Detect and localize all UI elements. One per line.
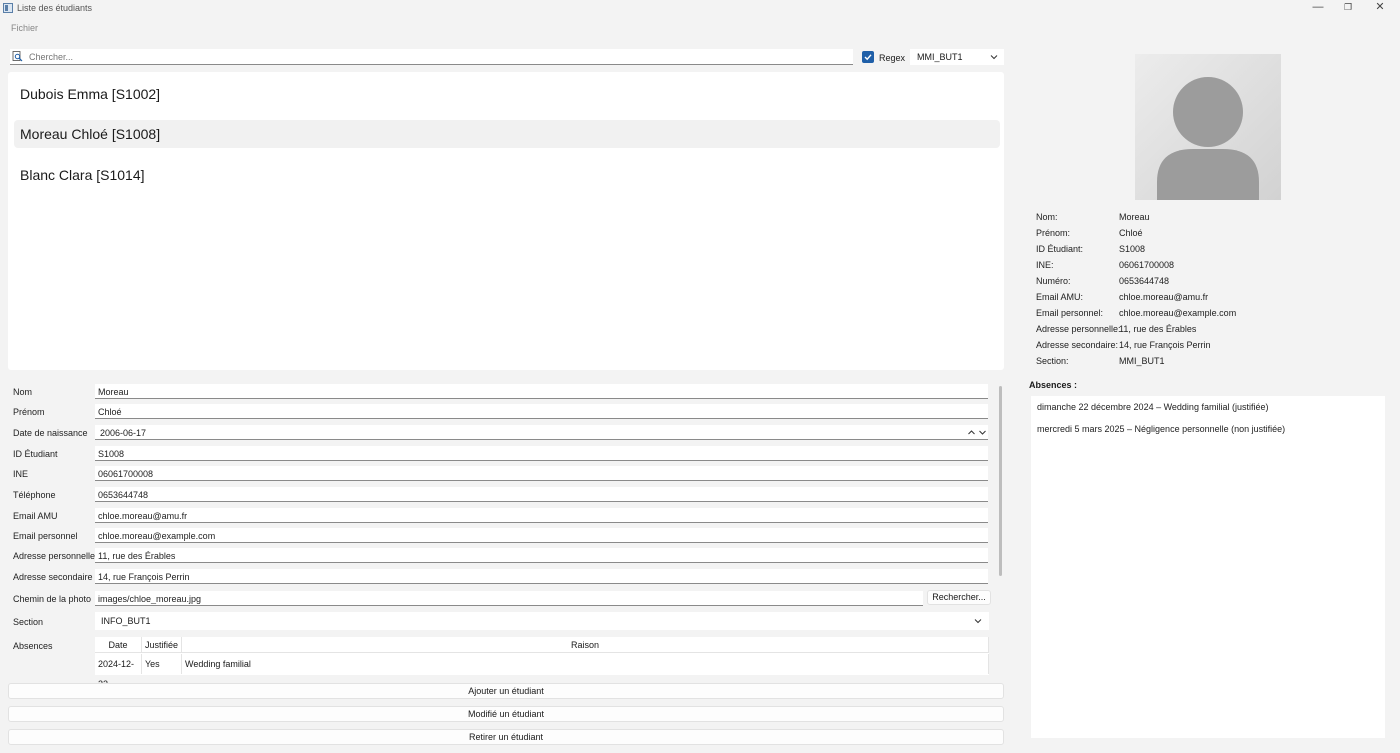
adresse-sec-label: Adresse secondaire [13,572,93,582]
absence-cell-justifiee[interactable]: Yes [142,654,182,674]
photo-path-label: Chemin de la photo [13,594,92,604]
email-perso-field-box [95,528,988,543]
student-list-item[interactable]: Dubois Emma [S1002] [14,80,1000,108]
absence-cell-date[interactable]: 2024-12-22 [95,654,142,689]
prenom-label: Prénom [13,407,45,417]
remove-student-button[interactable]: Retirer un étudiant [8,729,1004,745]
search-icon [12,51,23,62]
browse-photo-button[interactable]: Rechercher... [927,590,991,605]
absences-header-raison[interactable]: Raison [182,637,989,653]
absences-table: Date Justifiée Raison 2024-12-22 Yes Wed… [95,637,989,689]
chevron-down-icon[interactable] [978,428,987,437]
detail-value-adresse-perso: 11, rue des Érables [1119,324,1197,334]
student-photo [1135,54,1281,200]
edit-student-button[interactable]: Modifié un étudiant [8,706,1004,722]
absences-heading: Absences : [1029,380,1078,390]
person-silhouette-icon [1157,77,1259,200]
prenom-field[interactable] [98,405,978,418]
telephone-field[interactable] [98,488,978,501]
minimize-button[interactable]: — [1302,0,1334,17]
detail-label-adresse-sec: Adresse secondaire: [1036,340,1119,350]
close-button[interactable]: ✕ [1364,0,1396,17]
detail-label-ine: INE: [1036,260,1054,270]
email-amu-label: Email AMU [13,511,58,521]
detail-value-id: S1008 [1119,244,1146,254]
detail-label-nom: Nom: [1036,212,1058,222]
photo-path-field-box [95,591,923,606]
telephone-label: Téléphone [13,490,56,500]
nom-label: Nom [13,387,33,397]
regex-checkbox[interactable] [862,51,874,63]
regex-label: Regex [879,53,906,63]
app-window-icon [3,3,13,13]
student-list-item-selected[interactable]: Moreau Chloé [S1008] [14,120,1000,148]
search-bar [10,49,853,65]
id-etudiant-field-box [95,446,988,461]
detail-value-nom: Moreau [1119,212,1150,222]
absences-list: dimanche 22 décembre 2024 – Wedding fami… [1031,396,1385,738]
form-scrollbar[interactable] [999,386,1002,576]
absence-entry[interactable]: mercredi 5 mars 2025 – Négligence person… [1037,424,1285,434]
student-list: Dubois Emma [S1002] Moreau Chloé [S1008]… [8,72,1004,370]
detail-label-prenom: Prénom: [1036,228,1071,238]
detail-label-id: ID Étudiant: [1036,244,1084,254]
adresse-perso-field[interactable] [98,549,978,562]
ine-field-box [95,466,988,481]
nom-field-box [95,384,988,399]
absences-header-date[interactable]: Date [95,637,142,653]
add-student-button[interactable]: Ajouter un étudiant [8,683,1004,699]
section-dropdown[interactable]: INFO_BUT1 [95,612,989,630]
window-title: Liste des étudiants [17,3,93,13]
adresse-perso-label: Adresse personnelle [13,551,96,561]
detail-value-prenom: Chloé [1119,228,1143,238]
email-amu-field-box [95,508,988,523]
detail-label-email-perso: Email personnel: [1036,308,1104,318]
student-list-item[interactable]: Blanc Clara [S1014] [14,161,1000,189]
adresse-sec-field-box [95,569,988,584]
adresse-perso-field-box [95,548,988,563]
email-perso-label: Email personnel [13,531,78,541]
restore-button[interactable]: ❐ [1332,0,1364,17]
detail-value-numero: 0653644748 [1119,276,1170,286]
absence-cell-raison[interactable]: Wedding familial [182,654,989,674]
detail-label-section: Section: [1036,356,1069,366]
chevron-up-icon[interactable] [967,428,976,437]
email-amu-field[interactable] [98,509,978,522]
photo-path-field[interactable] [98,592,918,605]
absence-entry[interactable]: dimanche 22 décembre 2024 – Wedding fami… [1037,402,1268,412]
date-naissance-field-box [95,425,988,440]
chevron-down-icon [974,619,982,624]
chevron-down-icon [990,55,998,60]
email-perso-field[interactable] [98,529,978,542]
section-filter-dropdown[interactable]: MMI_BUT1 [910,49,1004,65]
section-value: INFO_BUT1 [101,616,151,626]
detail-label-numero: Numéro: [1036,276,1071,286]
detail-value-email-perso: chloe.moreau@example.com [1119,308,1237,318]
absences-label: Absences [13,641,53,651]
adresse-sec-field[interactable] [98,570,978,583]
detail-value-adresse-sec: 14, rue François Perrin [1119,340,1211,350]
detail-label-adresse-perso: Adresse personnelle: [1036,324,1121,334]
id-etudiant-field[interactable] [98,447,978,460]
absences-header-justifiee[interactable]: Justifiée [142,637,182,653]
telephone-field-box [95,487,988,502]
section-label: Section [13,617,44,627]
detail-value-email-amu: chloe.moreau@amu.fr [1119,292,1209,302]
date-naissance-label: Date de naissance [13,428,88,438]
title-bar: Liste des étudiants — ❐ ✕ [0,0,1400,17]
nom-field[interactable] [98,385,978,398]
checkmark-icon [864,54,872,61]
prenom-field-box [95,404,988,419]
detail-value-section: MMI_BUT1 [1119,356,1165,366]
section-filter-value: MMI_BUT1 [917,52,963,62]
id-etudiant-label: ID Étudiant [13,449,58,459]
search-input[interactable] [29,50,844,63]
detail-value-ine: 06061700008 [1119,260,1175,270]
detail-label-email-amu: Email AMU: [1036,292,1084,302]
ine-field[interactable] [98,467,978,480]
ine-label: INE [13,469,29,479]
date-naissance-field[interactable] [100,426,980,439]
menu-file[interactable]: Fichier [11,23,38,33]
